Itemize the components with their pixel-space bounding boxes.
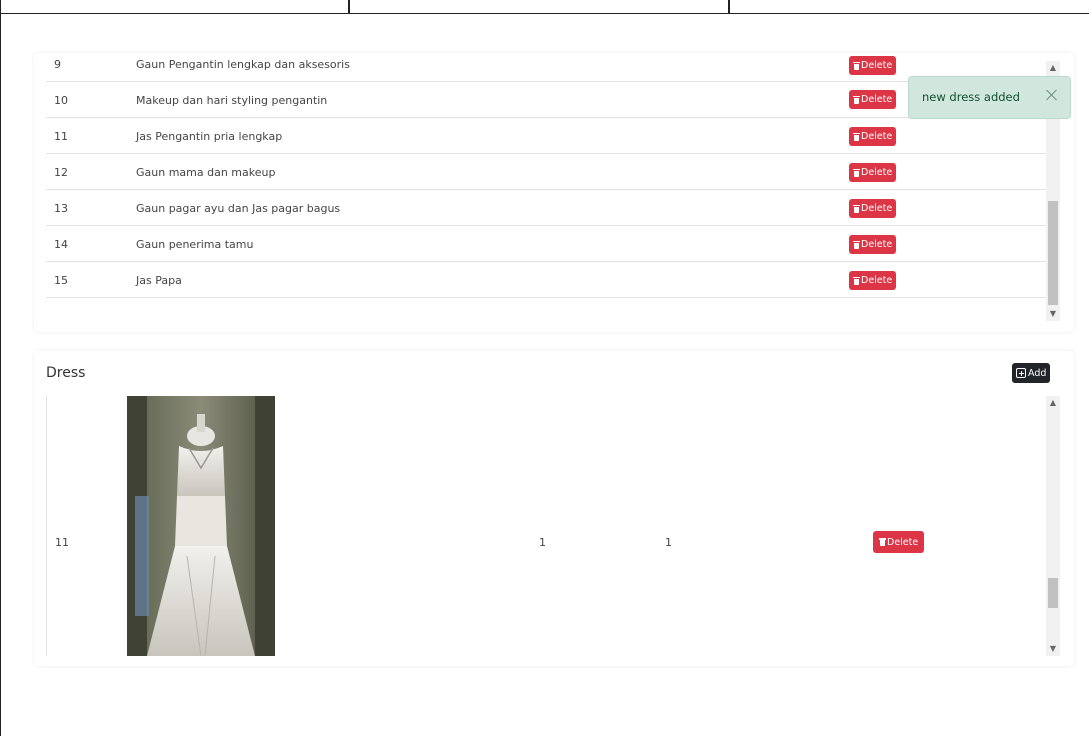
trash-icon: [853, 276, 860, 285]
table-row: 12 Gaun mama dan makeup Delete: [46, 154, 1046, 190]
service-name: Gaun mama dan makeup: [136, 166, 276, 179]
delete-button[interactable]: Delete: [849, 199, 897, 218]
services-table: 9 Gaun Pengantin lengkap dan aksesoris D…: [46, 53, 1046, 320]
table-row: 9 Gaun Pengantin lengkap dan aksesoris D…: [46, 53, 1046, 82]
cell-divider: [728, 0, 730, 14]
dress-scrollbar[interactable]: ▲ ▼: [1046, 396, 1060, 656]
row-number: 11: [55, 536, 69, 549]
dress-cell: 1: [665, 536, 672, 549]
service-name: Gaun penerima tamu: [136, 238, 254, 251]
table-row: 11 Jas Pengantin pria lengkap Delete: [46, 118, 1046, 154]
chevron-up-icon[interactable]: ▲: [1046, 61, 1060, 75]
service-name: Makeup dan hari styling pengantin: [136, 94, 328, 107]
delete-button[interactable]: Delete: [849, 127, 897, 146]
delete-button[interactable]: Delete: [849, 56, 897, 75]
trash-icon: [853, 95, 860, 104]
chevron-down-icon[interactable]: ▼: [1046, 307, 1060, 321]
section-title: Dress: [46, 365, 86, 381]
service-name: Gaun pagar ayu dan Jas pagar bagus: [136, 202, 341, 215]
table-row: 15 Jas Papa Delete: [46, 262, 1046, 298]
toast-message: new dress added: [922, 90, 1020, 104]
toast-notification: new dress added: [908, 76, 1071, 119]
delete-button[interactable]: Delete: [873, 531, 925, 553]
service-name: Jas Papa: [136, 274, 182, 287]
dress-cell: 1: [539, 536, 546, 549]
plus-square-icon: [1016, 368, 1026, 378]
table-row: 10 Makeup dan hari styling pengantin Del…: [46, 82, 1046, 118]
delete-button[interactable]: Delete: [849, 271, 897, 290]
row-number: 10: [54, 94, 68, 107]
dress-card: Dress Add 11 1 1 Delete ▲ ▼: [34, 351, 1074, 666]
close-icon[interactable]: [1045, 88, 1058, 101]
add-dress-button[interactable]: Add: [1012, 363, 1051, 383]
top-table-cells: [0, 0, 1089, 14]
row-number: 12: [54, 166, 68, 179]
row-number: 14: [54, 238, 68, 251]
delete-button[interactable]: Delete: [849, 163, 897, 182]
scrollbar-thumb[interactable]: [1048, 578, 1058, 608]
chevron-up-icon[interactable]: ▲: [1046, 396, 1060, 410]
scrollbar-thumb[interactable]: [1048, 201, 1058, 305]
service-name: Gaun Pengantin lengkap dan aksesoris: [136, 58, 350, 71]
trash-icon: [853, 132, 860, 141]
trash-icon: [879, 538, 886, 546]
dress-photo: [127, 396, 275, 656]
table-row: 13 Gaun pagar ayu dan Jas pagar bagus De…: [46, 190, 1046, 226]
trash-icon: [853, 240, 860, 249]
row-number: 11: [54, 130, 68, 143]
row-number: 13: [54, 202, 68, 215]
chevron-down-icon[interactable]: ▼: [1046, 642, 1060, 656]
service-name: Jas Pengantin pria lengkap: [136, 130, 283, 143]
row-number: 9: [54, 58, 61, 71]
table-row: 11 1 1 Delete: [47, 396, 1046, 656]
trash-icon: [853, 204, 860, 213]
trash-icon: [853, 168, 860, 177]
dress-table: 11 1 1 Delete: [46, 396, 1046, 656]
row-number: 15: [54, 274, 68, 287]
table-row: 14 Gaun penerima tamu Delete: [46, 226, 1046, 262]
trash-icon: [853, 61, 860, 70]
delete-button[interactable]: Delete: [849, 90, 897, 109]
delete-button[interactable]: Delete: [849, 235, 897, 254]
cell-divider: [348, 0, 350, 14]
